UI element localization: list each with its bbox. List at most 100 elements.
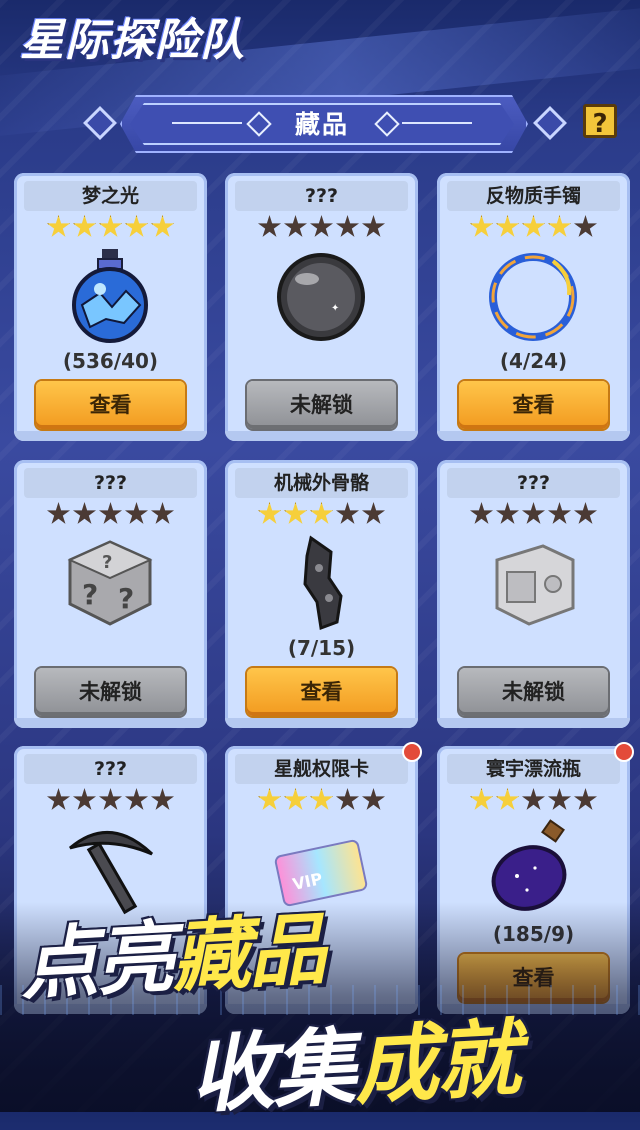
star-icon (469, 788, 494, 810)
svg-text:?: ? (82, 578, 98, 611)
star-icon (72, 215, 97, 237)
star-icon (547, 215, 572, 237)
collection-card[interactable]: ??? ✦ 未解锁 (225, 173, 418, 441)
star-icon (72, 502, 97, 524)
slogan-line-1-b: 藏品 (170, 905, 327, 1003)
app-title: 星际探险队 (20, 15, 245, 66)
star-icon (124, 502, 149, 524)
energy-bracelet-icon (483, 245, 583, 345)
star-icon (335, 788, 360, 810)
star-icon (46, 502, 71, 524)
mech-exoskeleton-icon (271, 532, 371, 632)
star-icon (98, 215, 123, 237)
star-rating (225, 502, 418, 530)
svg-text:✦: ✦ (331, 303, 339, 314)
star-icon (361, 215, 386, 237)
locked-button[interactable]: 未解锁 (36, 668, 185, 716)
star-icon (335, 502, 360, 524)
card-name: 机械外骨骼 (235, 468, 408, 498)
collect-progress: (536/40) (62, 349, 159, 373)
card-name: 反物质手镯 (447, 181, 620, 211)
svg-text:?: ? (118, 582, 134, 615)
star-icon (98, 502, 123, 524)
slogan-line-2: 收集成就 (187, 991, 521, 1129)
star-icon (361, 502, 386, 524)
collection-card[interactable]: 反物质手镯 (4/24) 查看 (437, 173, 630, 441)
locked-button[interactable]: 未解锁 (459, 668, 608, 716)
star-icon (335, 215, 360, 237)
star-icon (495, 215, 520, 237)
star-icon (573, 788, 598, 810)
slogan-line-1: 点亮藏品 (17, 887, 326, 1015)
star-icon (361, 788, 386, 810)
star-rating (225, 788, 418, 816)
star-icon (124, 215, 149, 237)
star-icon (573, 215, 598, 237)
star-icon (150, 788, 175, 810)
star-icon (521, 788, 546, 810)
collection-card[interactable]: ??? 未解锁 (437, 460, 630, 728)
star-icon (309, 788, 334, 810)
star-icon (257, 788, 282, 810)
star-icon (46, 788, 71, 810)
page-title: 藏品 (294, 110, 349, 139)
card-name: ??? (24, 754, 197, 784)
star-rating (14, 788, 207, 816)
star-icon (469, 215, 494, 237)
notification-badge (402, 742, 422, 762)
star-rating (437, 215, 630, 243)
machine-crate-icon (483, 532, 583, 632)
star-icon (46, 215, 71, 237)
slogan-line-1-a: 点亮 (18, 913, 175, 1011)
star-icon (98, 788, 123, 810)
slogan-line-2-a: 收集 (188, 1018, 357, 1125)
star-icon (309, 502, 334, 524)
card-name: 梦之光 (24, 181, 197, 211)
view-button[interactable]: 查看 (459, 381, 608, 429)
mystery-box-icon: ??? (60, 532, 160, 632)
star-icon (257, 502, 282, 524)
locked-button[interactable]: 未解锁 (247, 381, 396, 429)
collection-banner: 藏品 (82, 93, 567, 153)
star-icon (150, 502, 175, 524)
star-icon (573, 502, 598, 524)
star-icon (283, 502, 308, 524)
card-name: 寰宇漂流瓶 (447, 754, 620, 784)
help-button[interactable]: ? (583, 104, 617, 139)
dark-sphere-icon: ✦ (271, 245, 371, 345)
collect-progress: (4/24) (499, 349, 568, 373)
star-icon (150, 215, 175, 237)
star-icon (124, 788, 149, 810)
notification-badge (614, 742, 634, 762)
star-icon (495, 502, 520, 524)
star-icon (495, 788, 520, 810)
collect-progress: (7/15) (287, 636, 356, 660)
star-icon (283, 215, 308, 237)
star-icon (547, 502, 572, 524)
collection-card[interactable]: 机械外骨骼 (7/15) 查看 (225, 460, 418, 728)
card-name: ??? (235, 181, 408, 211)
slogan-line-2-b: 成就 (351, 1009, 521, 1116)
collection-card[interactable]: 梦之光 (536/40) 查看 (14, 173, 207, 441)
star-icon (257, 215, 282, 237)
card-name: ??? (447, 468, 620, 498)
star-icon (521, 215, 546, 237)
svg-text:?: ? (102, 552, 112, 573)
star-icon (547, 788, 572, 810)
star-rating (14, 502, 207, 530)
star-rating (225, 215, 418, 243)
star-icon (72, 788, 97, 810)
glowing-potion-orb-icon (60, 245, 160, 345)
star-icon (283, 788, 308, 810)
view-button[interactable]: 查看 (36, 381, 185, 429)
star-rating (437, 788, 630, 816)
star-rating (14, 215, 207, 243)
star-icon (309, 215, 334, 237)
view-button[interactable]: 查看 (247, 668, 396, 716)
card-name: ??? (24, 468, 197, 498)
star-icon (521, 502, 546, 524)
star-rating (437, 502, 630, 530)
collection-card[interactable]: ?????? 未解锁 (14, 460, 207, 728)
star-icon (469, 502, 494, 524)
card-name: 星舰权限卡 (235, 754, 408, 784)
